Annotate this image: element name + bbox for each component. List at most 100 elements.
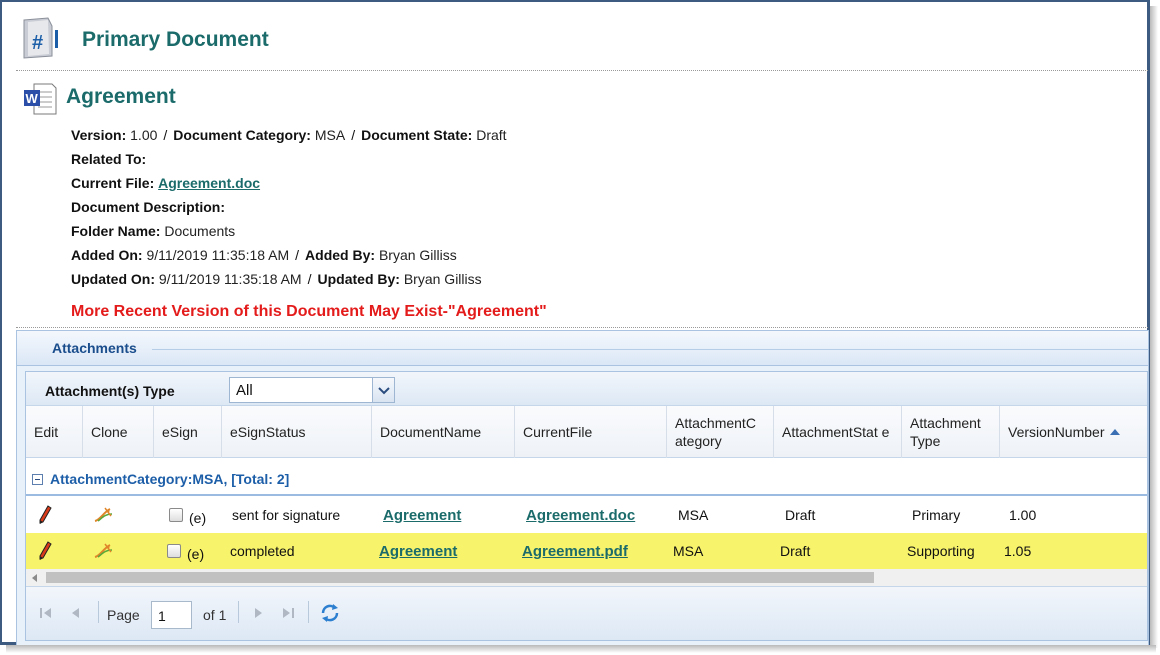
folder-line: Folder Name: Documents	[71, 222, 235, 240]
attachment-type: Supporting	[907, 543, 975, 559]
page-label: Page	[107, 607, 140, 623]
edit-button[interactable]	[38, 497, 52, 533]
attachments-panel-header: Attachments	[17, 331, 1148, 366]
horizontal-scrollbar[interactable]	[26, 569, 1147, 586]
window-frame: # Primary Document W Agreement Version: …	[0, 0, 1150, 646]
toolbar-separator	[238, 601, 239, 623]
clone-icon	[94, 507, 113, 522]
divider	[16, 70, 1148, 71]
version-number: 1.05	[1004, 543, 1032, 559]
column-header-clone[interactable]: Clone	[83, 406, 154, 458]
previous-page-icon[interactable]	[68, 605, 84, 621]
updated-by-value: Bryan Gilliss	[403, 271, 482, 287]
current-file-link[interactable]: Agreement.doc	[158, 175, 260, 191]
scrollbar-thumb[interactable]	[46, 572, 874, 583]
current-file-label: Current File:	[71, 175, 155, 191]
refresh-icon[interactable]	[319, 602, 341, 624]
separator: /	[307, 271, 312, 287]
updated-on-value: 9/11/2019 11:35:18 AM	[158, 271, 302, 287]
column-header-esign-status[interactable]: eSignStatus	[222, 406, 372, 458]
description-label: Document Description:	[71, 199, 226, 215]
esign-cell: (e)	[167, 533, 204, 569]
attachments-title: Attachments	[52, 340, 137, 356]
pencil-icon	[39, 541, 52, 560]
separator: /	[351, 127, 356, 143]
svg-text:#: #	[32, 32, 43, 54]
esign-status: sent for signature	[232, 507, 341, 523]
page-number-input[interactable]: 1	[151, 601, 192, 629]
clone-button[interactable]	[92, 497, 114, 533]
added-on-value: 9/11/2019 11:35:18 AM	[146, 247, 290, 263]
version-line: Version: 1.00 / Document Category: MSA / Doc…	[71, 126, 507, 144]
esign-checkbox[interactable]	[167, 544, 181, 558]
folder-value: Documents	[164, 223, 236, 239]
category-label: Document Category:	[173, 127, 311, 143]
pager-toolbar: Page 1 of 1	[26, 586, 1147, 640]
attachments-panel: Attachments Attachment(s) Type All Edit …	[16, 330, 1149, 646]
first-page-icon[interactable]	[38, 605, 54, 621]
next-page-icon[interactable]	[250, 605, 266, 621]
description-line: Document Description:	[71, 198, 225, 216]
attachment-state: Draft	[780, 543, 811, 559]
attachment-type-label: Attachment(s) Type	[45, 383, 175, 399]
column-header-current-file[interactable]: CurrentFile	[515, 406, 667, 458]
scroll-left-icon[interactable]	[32, 574, 37, 582]
last-page-icon[interactable]	[280, 605, 296, 621]
table-row: (e) sent for signature Agreement Agreeme…	[26, 497, 1147, 533]
column-header-attachment-category[interactable]: AttachmentC ategory	[667, 406, 774, 458]
current-file-link[interactable]: Agreement.pdf	[522, 543, 628, 560]
attachment-state: Draft	[785, 507, 816, 523]
column-header-attachment-state[interactable]: AttachmentStat e	[774, 406, 902, 458]
column-header-edit[interactable]: Edit	[26, 406, 83, 458]
separator: /	[295, 247, 300, 263]
attachment-type-select[interactable]: All	[229, 377, 395, 403]
updated-on-label: Updated On:	[71, 271, 155, 287]
clone-icon	[94, 543, 113, 558]
document-name-link[interactable]: Agreement	[383, 507, 461, 524]
added-by-label: Added By:	[305, 247, 376, 263]
sort-ascending-icon	[1109, 429, 1120, 435]
document-number-icon: #	[23, 17, 58, 59]
collapse-icon[interactable]	[32, 474, 43, 485]
dropdown-button[interactable]	[372, 378, 394, 402]
esign-suffix: (e)	[189, 510, 207, 526]
column-header-version-number[interactable]: VersionNumber	[1000, 406, 1147, 458]
attachments-grid: Attachment(s) Type All Edit Clone eSign …	[25, 371, 1148, 641]
toolbar-separator	[308, 601, 309, 623]
state-label: Document State:	[361, 127, 473, 143]
clone-button[interactable]	[92, 533, 114, 569]
column-header-version-number-label: VersionNumber	[1008, 424, 1105, 440]
edit-button[interactable]	[38, 533, 52, 569]
esign-status: completed	[230, 543, 295, 559]
attachment-type-value: All	[236, 382, 253, 399]
current-file-cell: Agreement.pdf	[522, 533, 628, 569]
word-document-icon: W	[24, 83, 57, 115]
column-header-esign[interactable]: eSign	[154, 406, 222, 458]
updated-by-label: Updated By:	[317, 271, 400, 287]
column-header-document-name[interactable]: DocumentName	[372, 406, 515, 458]
added-on-label: Added On:	[71, 247, 143, 263]
version-warning: More Recent Version of this Document May…	[71, 303, 547, 320]
document-name-cell: Agreement	[383, 497, 461, 533]
page-title: Primary Document	[82, 28, 269, 51]
esign-suffix: (e)	[187, 546, 205, 562]
document-name-link[interactable]: Agreement	[379, 543, 457, 560]
added-by-value: Bryan Gilliss	[378, 247, 457, 263]
column-header-attachment-type[interactable]: Attachment Type	[902, 406, 1000, 458]
group-row: AttachmentCategory:MSA, [Total: 2]	[26, 458, 1147, 496]
attachment-category: MSA	[678, 507, 709, 523]
current-file-line: Current File: Agreement.doc	[71, 174, 260, 192]
esign-checkbox[interactable]	[169, 508, 183, 522]
related-label: Related To:	[71, 151, 147, 167]
window-shadow	[6, 645, 1156, 653]
pencil-icon	[39, 505, 52, 524]
filter-toolbar: Attachment(s) Type All	[26, 372, 1147, 406]
current-file-link[interactable]: Agreement.doc	[526, 507, 635, 524]
attachment-type: Primary	[912, 507, 961, 523]
version-value: 1.00	[130, 127, 158, 143]
state-value: Draft	[476, 127, 507, 143]
window-shadow	[1150, 6, 1158, 648]
updated-line: Updated On: 9/11/2019 11:35:18 AM / Update…	[71, 270, 482, 288]
table-row: (e) completed Agreement Agreement.pdf MS…	[26, 533, 1147, 569]
divider	[152, 349, 1148, 350]
